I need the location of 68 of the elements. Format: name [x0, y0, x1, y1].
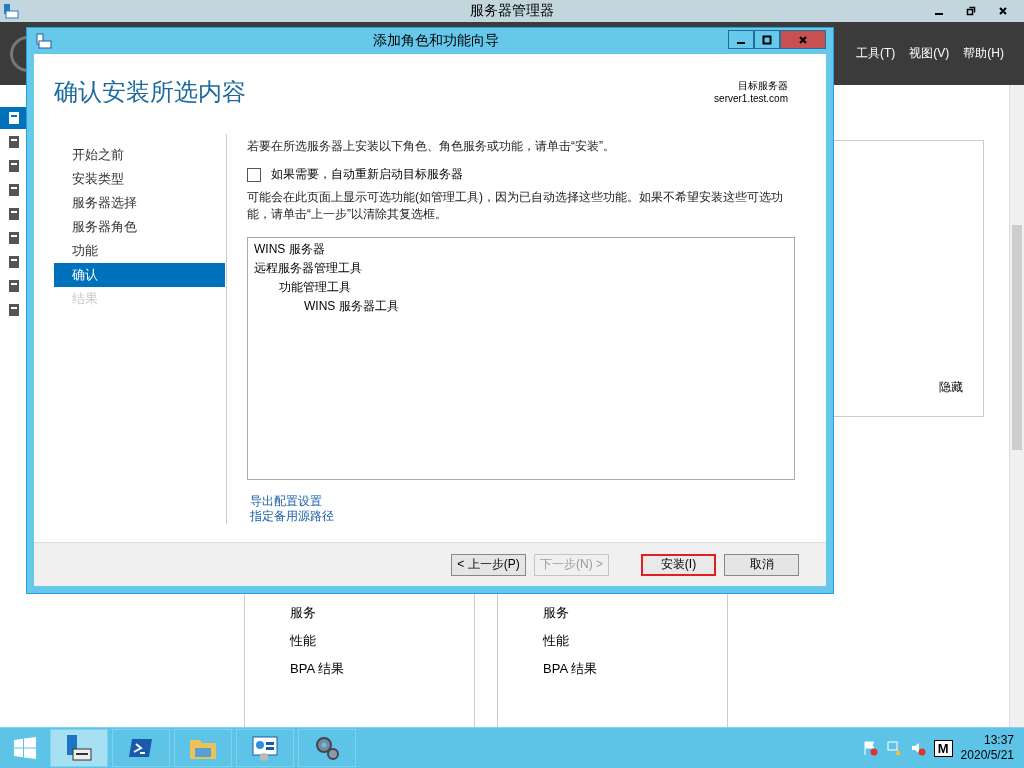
- input-method-indicator[interactable]: M: [933, 739, 953, 757]
- tile-link[interactable]: 性能: [543, 627, 727, 655]
- note-text: 可能会在此页面上显示可选功能(如管理工具)，因为已自动选择这些功能。如果不希望安装这些可选功能，请单击“上一步”以清除其复选框。: [247, 189, 784, 224]
- link[interactable]: 指定备用源路径: [250, 509, 334, 525]
- close-icon: [998, 6, 1008, 16]
- clock-date: 2020/5/21: [960, 748, 1014, 763]
- tile-link[interactable]: 服务: [543, 599, 727, 627]
- server-icon: [7, 159, 21, 173]
- server-icon: [7, 207, 21, 221]
- list-item: 功能管理工具: [278, 279, 352, 297]
- target-server-label: 目标服务器: [738, 79, 788, 93]
- list-item: 远程服务器管理工具: [253, 260, 363, 278]
- server-icon: [64, 733, 94, 763]
- window-title: 服务器管理器: [468, 2, 555, 20]
- server-icon: [36, 33, 52, 50]
- wizard-button[interactable]: 取消: [724, 553, 799, 576]
- server-icon: [7, 255, 21, 269]
- restore-icon: [966, 6, 976, 16]
- menu-item[interactable]: 视图(V): [909, 45, 950, 62]
- server-icon: [7, 135, 21, 149]
- server-icon: [3, 3, 19, 19]
- link[interactable]: 导出配置设置: [250, 494, 322, 510]
- checkbox-label[interactable]: 如果需要，自动重新启动目标服务器: [271, 166, 463, 184]
- list-item: WINS 服务器工具: [303, 298, 400, 316]
- close-icon: [798, 34, 808, 45]
- wizard-step[interactable]: 功能: [54, 239, 226, 264]
- maximize-button[interactable]: [754, 30, 780, 50]
- dashboard-icon: [250, 733, 280, 763]
- maximize-icon: [762, 34, 772, 45]
- taskbar-server-button[interactable]: [50, 729, 108, 767]
- scrollbar[interactable]: [1009, 85, 1024, 727]
- tile-link[interactable]: BPA 结果: [290, 655, 474, 683]
- server-icon: [7, 303, 21, 317]
- minimize-icon: [935, 13, 943, 15]
- page-heading: 确认安装所选内容: [54, 77, 246, 108]
- server-icon: [7, 183, 21, 197]
- tile-link[interactable]: 性能: [290, 627, 474, 655]
- minimize-button[interactable]: [728, 30, 754, 50]
- wizard-button[interactable]: 安装(I): [641, 553, 716, 576]
- dialog-title: 添加角色和功能向导: [372, 32, 500, 51]
- wizard-step[interactable]: 安装类型: [54, 167, 226, 192]
- clock-time: 13:37: [983, 733, 1014, 748]
- sidebar-item[interactable]: [0, 107, 28, 129]
- checkbox[interactable]: [247, 167, 261, 182]
- tile-link[interactable]: BPA 结果: [543, 655, 727, 683]
- hide-link[interactable]: 隐藏: [939, 379, 963, 396]
- minimize-icon: [737, 41, 745, 44]
- server-icon: [7, 111, 21, 125]
- menu-item[interactable]: 工具(T): [856, 45, 896, 62]
- wizard-step[interactable]: 开始之前: [54, 143, 226, 168]
- target-server-name: server1.test.com: [714, 92, 788, 106]
- wizard-step[interactable]: 确认: [54, 263, 225, 288]
- windows-logo-icon: [13, 736, 37, 760]
- wizard-step[interactable]: 服务器角色: [54, 215, 226, 240]
- menu-item[interactable]: 帮助(H): [963, 45, 1004, 62]
- close-button[interactable]: [780, 30, 826, 50]
- instruction-text: 若要在所选服务器上安装以下角色、角色服务或功能，请单击“安装”。: [247, 138, 616, 156]
- taskbar-terminal-button[interactable]: [112, 729, 170, 767]
- taskbar-gears-button[interactable]: [298, 729, 356, 767]
- server-icon: [7, 279, 21, 293]
- wizard-step[interactable]: 服务器选择: [54, 191, 226, 216]
- speaker-icon[interactable]: [909, 740, 926, 756]
- flag-icon[interactable]: [861, 740, 878, 756]
- server-icon: [7, 231, 21, 245]
- taskbar-panel-button[interactable]: [236, 729, 294, 767]
- tile-link[interactable]: 服务: [290, 599, 474, 627]
- wizard-button[interactable]: < 上一步(P): [451, 553, 526, 576]
- list-item: WINS 服务器: [253, 241, 326, 259]
